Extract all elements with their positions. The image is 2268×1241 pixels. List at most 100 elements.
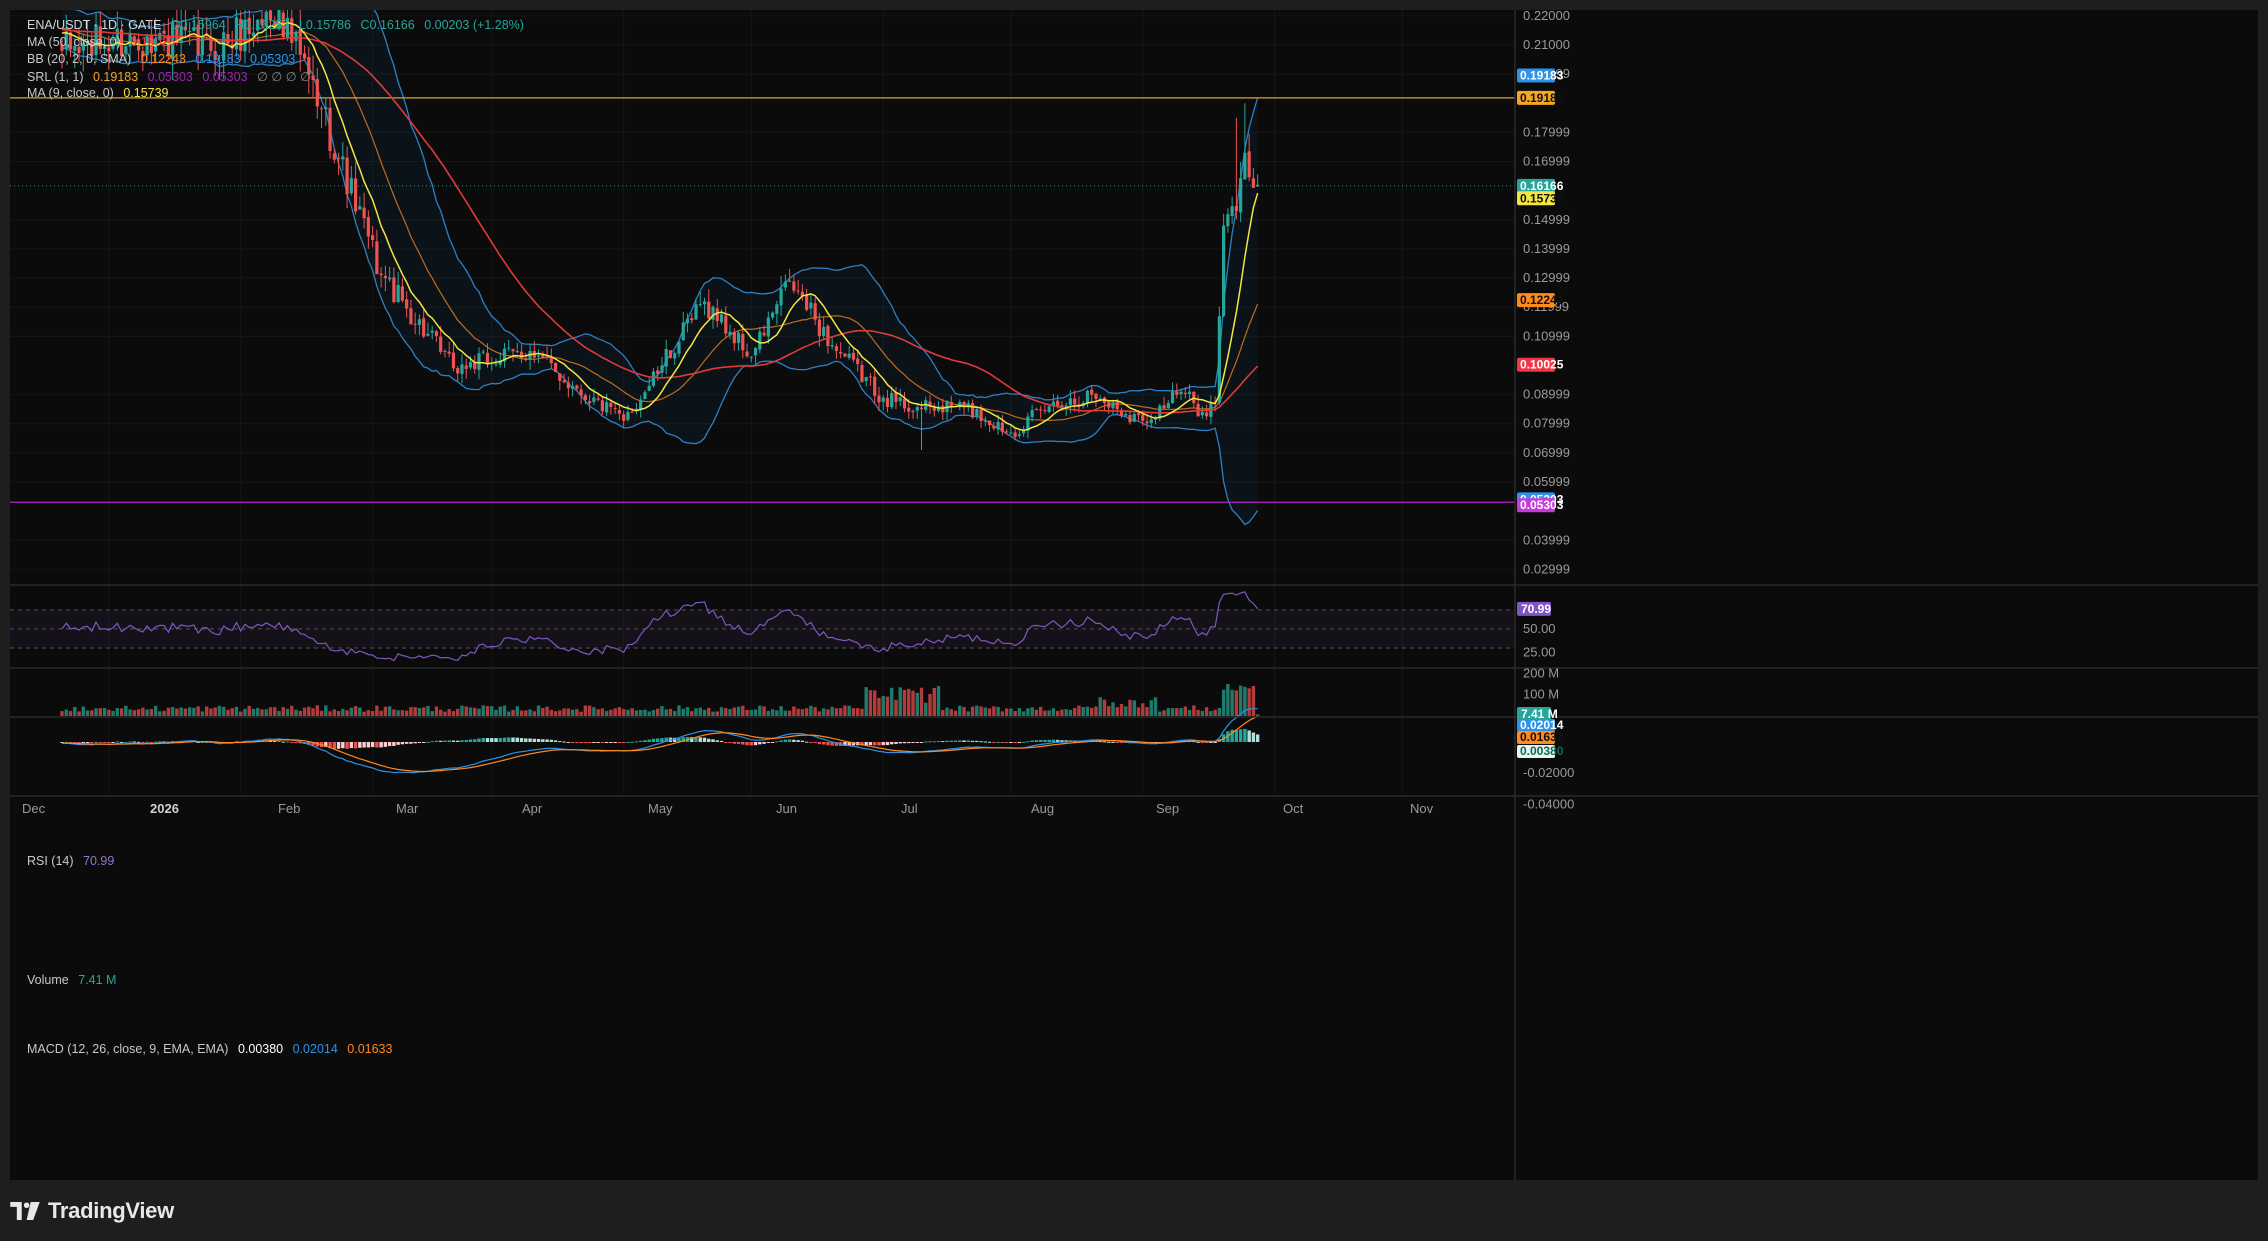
volume-bar bbox=[1251, 685, 1256, 716]
volume-bar bbox=[566, 708, 571, 716]
price-tick-label: 0.08999 bbox=[1523, 387, 1570, 402]
volume-bar bbox=[379, 710, 383, 716]
macd-histogram-bar bbox=[970, 740, 975, 742]
time-tick-label: Aug bbox=[1031, 801, 1054, 816]
macd-legend[interactable]: MACD (12, 26, close, 9, EMA, EMA) 0.0038… bbox=[27, 1042, 398, 1056]
indicator-value: 0.19183 bbox=[195, 52, 241, 66]
indicator-srl[interactable]: SRL (1, 1) 0.19183 0.05303 0.05303 ∅ ∅ ∅… bbox=[27, 69, 317, 84]
price-badge-text: 0.19183 bbox=[1520, 91, 1564, 105]
price-badge-text: 0.12243 bbox=[1520, 293, 1564, 307]
macd-histogram-bar bbox=[1243, 728, 1247, 742]
volume-bar bbox=[579, 711, 583, 716]
tradingview-logo-icon[interactable] bbox=[10, 1202, 40, 1220]
volume-bar bbox=[1136, 707, 1141, 716]
indicator-bb[interactable]: BB (20, 2, 0, SMA) 0.12243 0.19183 0.053… bbox=[27, 52, 301, 66]
macd-histogram-bar bbox=[524, 738, 528, 742]
volume-bar bbox=[132, 710, 137, 716]
macd-histogram-bar bbox=[102, 742, 107, 743]
macd-histogram-bar bbox=[90, 742, 94, 743]
candle-body bbox=[613, 407, 617, 409]
volume-bar bbox=[715, 711, 719, 716]
candle-body bbox=[647, 385, 651, 391]
candle-body bbox=[353, 178, 358, 212]
time-tick-label: May bbox=[648, 801, 673, 816]
volume-bar bbox=[911, 690, 915, 716]
symbol-name[interactable]: ENA/USDT · 1D · GATE bbox=[27, 18, 161, 32]
volume-bar bbox=[336, 711, 341, 716]
volume-bar bbox=[779, 706, 783, 716]
symbol-header[interactable]: ENA/USDT · 1D · GATE O0.15964 H0.16257 L… bbox=[27, 18, 530, 32]
macd-histogram-bar bbox=[366, 742, 371, 748]
volume-bar bbox=[417, 707, 422, 716]
candle-body bbox=[779, 288, 783, 306]
volume-bar bbox=[694, 708, 698, 716]
candle-body bbox=[1149, 419, 1153, 424]
volume-bar bbox=[1021, 711, 1026, 716]
macd-histogram-bar bbox=[987, 741, 992, 743]
price-tick-label: 0.12999 bbox=[1523, 270, 1570, 285]
rsi-legend[interactable]: RSI (14) 70.99 bbox=[27, 854, 120, 868]
volume-bar bbox=[213, 707, 217, 716]
candle-body bbox=[702, 301, 707, 305]
volume-bar bbox=[626, 709, 630, 716]
macd-histogram-bar bbox=[528, 738, 532, 742]
candle-body bbox=[588, 401, 592, 404]
price-tick-label: 0.07999 bbox=[1523, 416, 1570, 431]
candle-body bbox=[992, 425, 996, 429]
macd-histogram-bar bbox=[1043, 739, 1047, 742]
volume-bar bbox=[119, 708, 124, 716]
macd-histogram-bar bbox=[341, 742, 345, 749]
candle bbox=[553, 362, 558, 373]
volume-tick-label: 100 M bbox=[1523, 687, 1559, 702]
candle-body bbox=[566, 382, 570, 389]
indicator-ma9[interactable]: MA (9, close, 0) 0.15739 bbox=[27, 86, 175, 100]
macd-histogram-bar bbox=[1038, 739, 1043, 742]
volume-bar bbox=[966, 711, 971, 716]
chart-canvas[interactable]: 0.220000.210000.199990.179990.169990.149… bbox=[10, 0, 2258, 1180]
indicator-value: 0.12243 bbox=[140, 52, 186, 66]
volume-bar bbox=[745, 709, 749, 716]
candle-body bbox=[732, 332, 736, 344]
candle-body bbox=[426, 333, 430, 336]
volume-bar bbox=[1000, 711, 1005, 716]
macd-histogram-bar bbox=[1004, 742, 1009, 743]
candle-body bbox=[907, 407, 911, 412]
macd-histogram-bar bbox=[617, 742, 622, 743]
macd-histogram-bar bbox=[485, 738, 490, 742]
macd-histogram-bar bbox=[1034, 740, 1039, 742]
macd-histogram-bar bbox=[1238, 729, 1243, 742]
candle-body bbox=[775, 304, 779, 314]
price-badge-text: 0.15739 bbox=[1520, 191, 1564, 205]
macd-histogram-bar bbox=[660, 738, 664, 742]
indicator-ma50[interactable]: MA (50, close, 0) 0.10025 bbox=[27, 35, 181, 49]
macd-histogram-bar bbox=[387, 742, 392, 747]
candle-body bbox=[405, 299, 409, 309]
candle-body bbox=[515, 351, 519, 353]
volume-bar bbox=[638, 710, 643, 716]
volume-bar bbox=[353, 706, 358, 716]
macd-histogram-bar bbox=[719, 740, 724, 742]
candle-body bbox=[460, 364, 464, 375]
macd-histogram-bar bbox=[443, 740, 447, 742]
macd-histogram-bar bbox=[404, 742, 409, 744]
candle-body bbox=[694, 304, 698, 320]
volume-bar bbox=[1255, 714, 1260, 716]
macd-histogram-bar bbox=[383, 742, 388, 747]
candle-body bbox=[690, 318, 694, 321]
macd-histogram-bar bbox=[1102, 741, 1107, 743]
macd-histogram-bar bbox=[85, 742, 90, 743]
ohlc-open: O0.15964 bbox=[170, 18, 226, 32]
price-tick-label: 0.10999 bbox=[1523, 328, 1570, 343]
candle-body bbox=[371, 235, 375, 240]
volume-bar bbox=[953, 710, 958, 716]
volume-bar bbox=[1094, 706, 1098, 716]
volume-bar bbox=[358, 707, 362, 716]
candle-body bbox=[749, 356, 753, 358]
macd-histogram-bar bbox=[1009, 742, 1013, 743]
volume-bar bbox=[524, 710, 528, 716]
time-tick-label: Feb bbox=[278, 801, 300, 816]
volume-bar bbox=[153, 705, 158, 716]
volume-legend[interactable]: Volume 7.41 M bbox=[27, 973, 122, 987]
macd-histogram-bar bbox=[119, 741, 124, 743]
macd-histogram-bar bbox=[447, 740, 451, 742]
